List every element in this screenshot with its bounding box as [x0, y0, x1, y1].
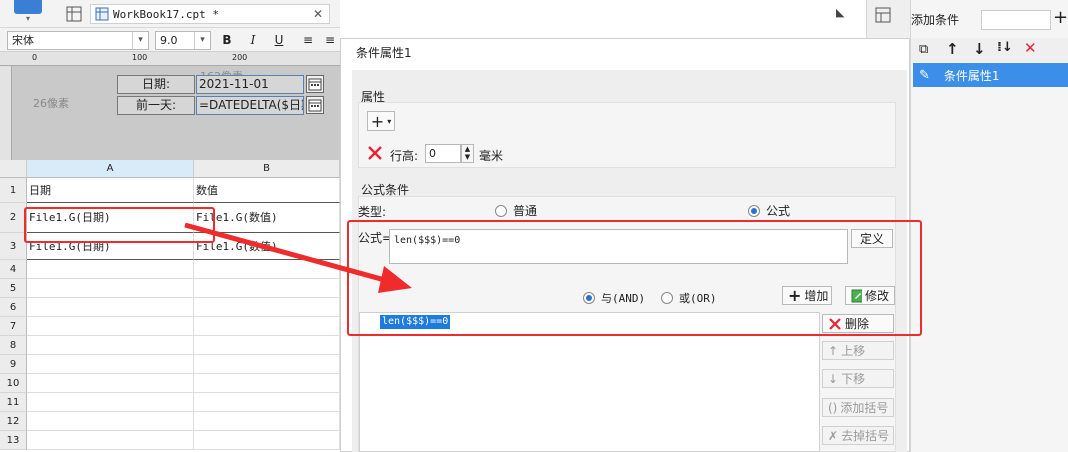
- annotation-arrow: [184, 222, 412, 293]
